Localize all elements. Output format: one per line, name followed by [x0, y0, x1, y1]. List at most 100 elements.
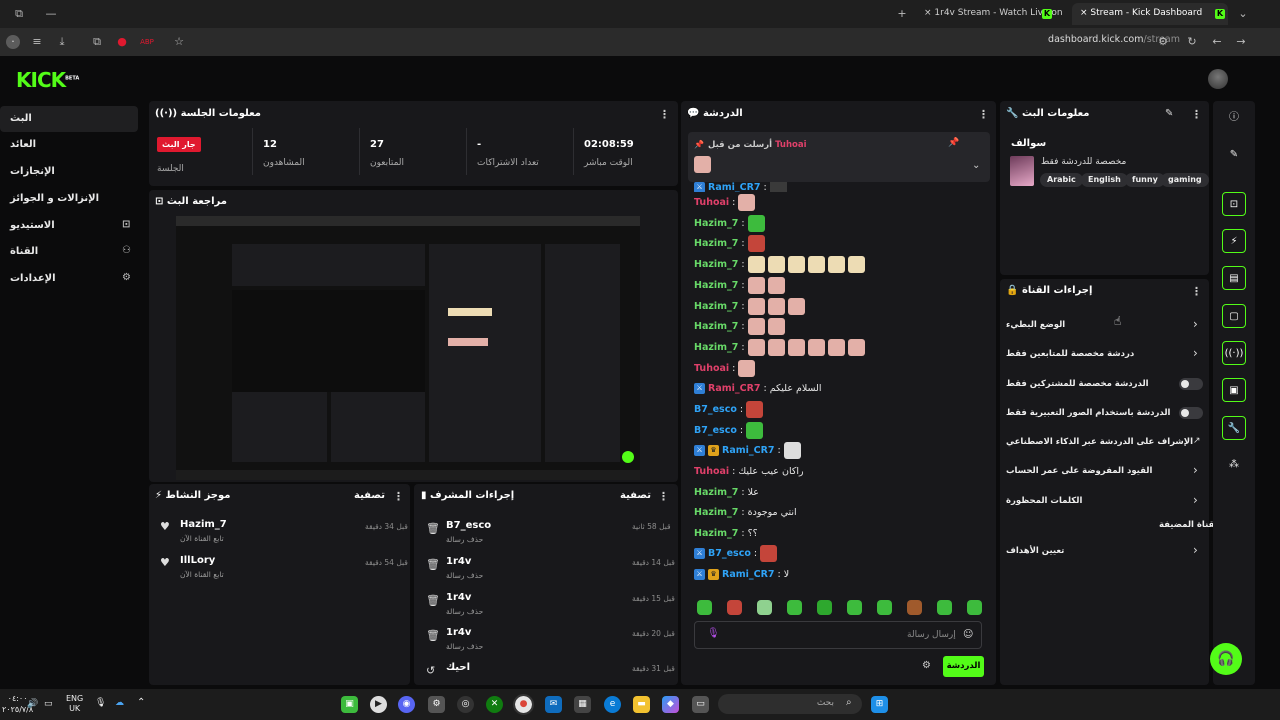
- outlook-icon[interactable]: ✉: [545, 696, 562, 713]
- chat-user[interactable]: Hazim_7: [694, 487, 738, 498]
- external-link-icon[interactable]: ↗: [1193, 436, 1201, 446]
- chat-user[interactable]: B7_esco: [708, 548, 751, 559]
- action-account-age[interactable]: القيود المفروضة على عمر الحساب: [1006, 466, 1206, 476]
- tab-close-icon[interactable]: ×: [924, 8, 934, 18]
- microphone-icon[interactable]: 🎙: [95, 698, 106, 708]
- chevron-right-icon[interactable]: ›: [1193, 463, 1198, 477]
- tab-close-icon[interactable]: ×: [1080, 8, 1090, 18]
- action-slow-mode[interactable]: الوضع البطيء: [1006, 320, 1206, 330]
- chat-bubble-icon[interactable]: ▢: [1222, 304, 1246, 328]
- nav-item-revenue[interactable]: العائد: [0, 132, 138, 158]
- chevron-down-icon[interactable]: ⌄: [972, 160, 980, 171]
- discord-icon[interactable]: ◉: [398, 696, 415, 713]
- action-set-goals[interactable]: تعيين الأهداف: [1006, 546, 1206, 556]
- emotes-only-toggle[interactable]: [1179, 407, 1203, 419]
- extension-icon[interactable]: ⧉: [90, 35, 104, 49]
- unpin-icon[interactable]: 📌: [948, 138, 959, 148]
- network-icon[interactable]: ▭: [44, 699, 53, 709]
- chevron-right-icon[interactable]: ›: [1193, 493, 1198, 507]
- chat-user[interactable]: B7_esco: [694, 404, 737, 415]
- nav-item-stream[interactable]: البث: [0, 106, 138, 132]
- more-options-icon[interactable]: ⋮: [1191, 108, 1202, 121]
- more-options-icon[interactable]: ⋮: [1191, 285, 1202, 298]
- chat-user[interactable]: Hazim_7: [694, 301, 738, 312]
- nav-item-achievements[interactable]: الإنجازات: [0, 159, 138, 185]
- emote[interactable]: [967, 600, 982, 615]
- xbox-icon[interactable]: ✕: [486, 696, 503, 713]
- volume-icon[interactable]: 🔊: [27, 699, 38, 709]
- emote[interactable]: [727, 600, 742, 615]
- emote[interactable]: [847, 600, 862, 615]
- chat-settings-gear-icon[interactable]: ⚙: [922, 660, 931, 671]
- mod-filter[interactable]: تصفية: [620, 490, 651, 501]
- avatar[interactable]: [1208, 69, 1228, 89]
- support-headset-icon[interactable]: 🎧: [1210, 643, 1242, 675]
- obs-icon[interactable]: ◎: [457, 696, 474, 713]
- more-options-icon[interactable]: ⋮: [658, 490, 669, 503]
- emote[interactable]: [697, 600, 712, 615]
- nav-item-drops[interactable]: الإنزالات و الجوائز: [0, 186, 138, 212]
- activity-filter[interactable]: تصفية: [354, 490, 385, 501]
- bolt-icon[interactable]: ⚡: [1222, 229, 1246, 253]
- emote[interactable]: [817, 600, 832, 615]
- restore-icon[interactable]: ⧉: [12, 7, 26, 21]
- radio-icon[interactable]: ((·)): [1222, 341, 1246, 365]
- chat-user[interactable]: Hazim_7: [694, 280, 738, 291]
- bookmark-star-icon[interactable]: ☆: [172, 35, 186, 49]
- back-icon[interactable]: ←: [1210, 35, 1224, 49]
- chat-user[interactable]: Hazim_7: [694, 259, 738, 270]
- action-ai-moderation[interactable]: الإشراف على الدردشة عبر الذكاء الاصطناعي: [1006, 437, 1206, 447]
- chat-user[interactable]: Hazim_7: [694, 238, 738, 249]
- chat-user[interactable]: Tuhoai: [694, 363, 729, 374]
- emote[interactable]: [907, 600, 922, 615]
- chevron-right-icon[interactable]: ›: [1193, 317, 1198, 331]
- nav-item-channel[interactable]: القناة ⚇: [0, 239, 138, 265]
- chat-user[interactable]: B7_esco: [694, 425, 737, 436]
- reading-list-icon[interactable]: ≡: [30, 35, 44, 49]
- list-icon[interactable]: ▤: [1222, 266, 1246, 290]
- windows-start-icon[interactable]: ⊞: [871, 696, 888, 713]
- new-tab-icon[interactable]: +: [895, 7, 909, 21]
- chat-user[interactable]: Hazim_7: [694, 218, 738, 229]
- chat-user[interactable]: Hazim_7: [694, 507, 738, 518]
- apps-icon[interactable]: ⁂: [1222, 453, 1246, 477]
- language-indicator[interactable]: ENG UK: [66, 694, 83, 714]
- kick-logo[interactable]: KICKBETA: [16, 68, 79, 92]
- chat-input[interactable]: 🎙 إرسال رسالة ☺: [694, 621, 982, 649]
- chevron-up-icon[interactable]: ⌃: [137, 697, 145, 708]
- app-icon[interactable]: ▣: [341, 696, 358, 713]
- chrome-icon[interactable]: ●: [513, 694, 534, 715]
- edit-pencil-icon[interactable]: ✎: [1165, 108, 1173, 119]
- nav-item-studio[interactable]: الاستيديو ⊡: [0, 213, 138, 239]
- info-icon[interactable]: ⓘ: [1222, 106, 1246, 130]
- emote[interactable]: [937, 600, 952, 615]
- more-options-icon[interactable]: ⋮: [978, 108, 989, 121]
- chat-user[interactable]: Tuhoai: [694, 197, 729, 208]
- profile-icon[interactable]: ·: [6, 35, 20, 49]
- more-options-icon[interactable]: ⋮: [393, 490, 404, 503]
- record-extension-icon[interactable]: ●: [115, 35, 129, 49]
- adblock-icon[interactable]: ABP: [140, 35, 154, 49]
- emote[interactable]: [787, 600, 802, 615]
- tab-dashboard[interactable]: × Stream - Kick Dashboard: [1072, 3, 1228, 25]
- file-explorer-icon[interactable]: ▬: [633, 696, 650, 713]
- send-chat-button[interactable]: الدردشة: [943, 656, 984, 677]
- task-view-icon[interactable]: ▭: [692, 696, 709, 713]
- edge-icon[interactable]: e: [604, 696, 621, 713]
- reload-icon[interactable]: ↻: [1185, 35, 1199, 49]
- emoji-icon[interactable]: ☺: [963, 629, 973, 640]
- site-settings-icon[interactable]: ⚙: [1156, 35, 1170, 49]
- action-banned-words[interactable]: الكلمات المحظورة: [1006, 496, 1206, 506]
- subscribers-only-toggle[interactable]: [1179, 378, 1203, 390]
- copilot-icon[interactable]: ◆: [662, 696, 679, 713]
- tab-list-chevron-icon[interactable]: ⌄: [1236, 7, 1250, 21]
- chat-user[interactable]: Hazim_7: [694, 321, 738, 332]
- chat-user[interactable]: Rami_CR7: [708, 383, 761, 394]
- forward-icon[interactable]: →: [1234, 35, 1248, 49]
- wrench-icon[interactable]: 🔧: [1222, 416, 1246, 440]
- store-icon[interactable]: ▦: [574, 696, 591, 713]
- chat-user[interactable]: Rami_CR7: [708, 182, 761, 192]
- action-followers-only[interactable]: دردشة مخصصة للمتابعين فقط: [1006, 349, 1206, 359]
- taskbar-search[interactable]: بحث: [718, 694, 862, 714]
- chevron-right-icon[interactable]: ›: [1193, 543, 1198, 557]
